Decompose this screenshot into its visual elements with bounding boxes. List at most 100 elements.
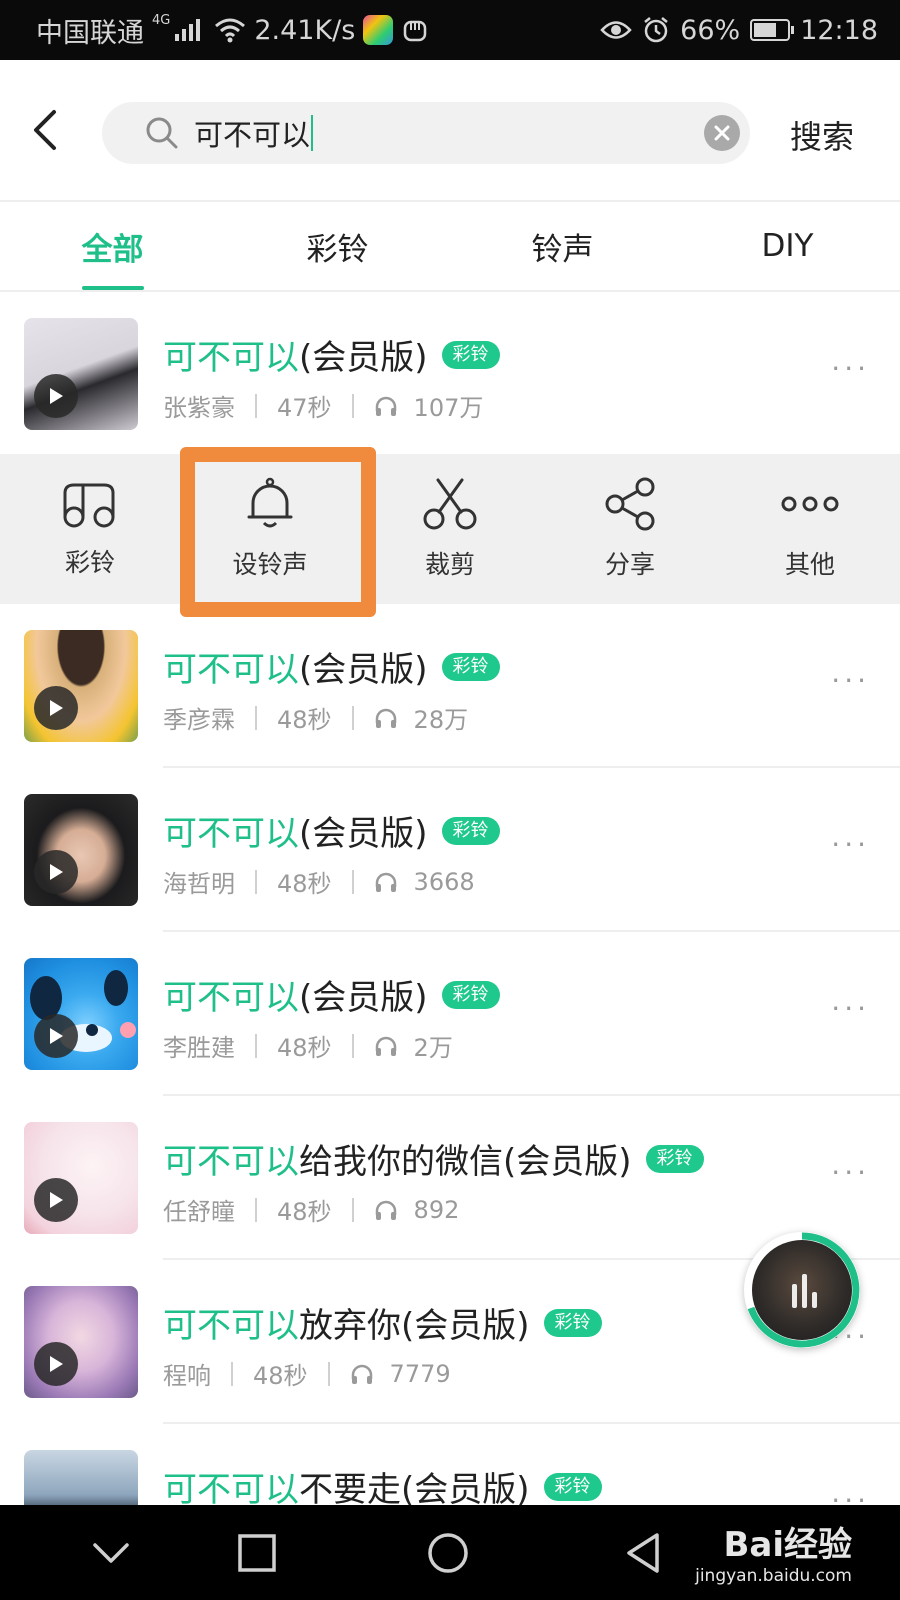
artist-name: 李胜建 bbox=[163, 1034, 235, 1062]
song-title: 可不可以 不要走(会员版) 彩铃 bbox=[163, 1462, 602, 1511]
wifi-icon bbox=[215, 18, 246, 43]
clear-search-button[interactable] bbox=[704, 115, 740, 151]
result-item[interactable]: 可不可以 (会员版) 彩铃 海哲明 48秒 3668 ··· bbox=[0, 768, 900, 932]
share-icon bbox=[605, 477, 655, 531]
play-button[interactable] bbox=[34, 374, 78, 418]
song-title: 可不可以 (会员版) 彩铃 bbox=[163, 806, 500, 855]
signal-icon bbox=[175, 19, 201, 41]
tab-ringback[interactable]: 彩铃 bbox=[225, 202, 450, 290]
search-submit-button[interactable]: 搜索 bbox=[790, 112, 854, 158]
network-type: 4G bbox=[152, 12, 171, 28]
song-meta: 任舒瞳 48秒 892 bbox=[163, 1192, 459, 1227]
action-ringback[interactable]: 彩铃 bbox=[0, 454, 180, 604]
meta-divider bbox=[351, 869, 354, 894]
more-options-button[interactable]: ··· bbox=[831, 352, 870, 385]
song-meta: 程响 48秒 7779 bbox=[163, 1356, 451, 1391]
watermark-url: jingyan.baidu.com bbox=[695, 1566, 852, 1586]
play-button[interactable] bbox=[34, 850, 78, 894]
song-meta: 李胜建 48秒 2万 bbox=[163, 1028, 453, 1063]
cover-image bbox=[24, 1122, 138, 1234]
play-icon bbox=[50, 388, 63, 404]
meta-divider bbox=[351, 1197, 354, 1222]
play-button[interactable] bbox=[34, 686, 78, 730]
headphones-icon bbox=[375, 1036, 396, 1056]
more-options-button[interactable]: ··· bbox=[831, 1156, 870, 1189]
play-count: 892 bbox=[413, 1195, 460, 1224]
nav-hide-button[interactable] bbox=[88, 1530, 134, 1576]
result-item[interactable]: 可不可以 (会员版) 彩铃 季彦霖 48秒 28万 ··· bbox=[0, 604, 900, 768]
play-button[interactable] bbox=[34, 1014, 78, 1058]
action-share[interactable]: 分享 bbox=[540, 454, 720, 604]
meta-divider bbox=[255, 869, 257, 894]
chevron-down-icon bbox=[93, 1543, 129, 1563]
meta-divider bbox=[351, 1033, 354, 1058]
clock: 12:18 bbox=[800, 14, 878, 46]
result-item[interactable]: 可不可以 (会员版) 彩铃 李胜建 48秒 2万 ··· bbox=[0, 932, 900, 1096]
play-button[interactable] bbox=[34, 1178, 78, 1222]
nav-recents-button[interactable] bbox=[234, 1530, 280, 1576]
text-cursor bbox=[311, 115, 314, 151]
close-icon bbox=[714, 125, 730, 141]
play-button[interactable] bbox=[34, 1342, 78, 1386]
more-options-button[interactable]: ··· bbox=[831, 664, 870, 697]
artist-name: 程响 bbox=[163, 1362, 211, 1390]
search-query[interactable]: 可不可以 bbox=[194, 112, 310, 154]
play-count: 2万 bbox=[413, 1034, 453, 1062]
cover-image bbox=[24, 1286, 138, 1398]
tab-all[interactable]: 全部 bbox=[0, 202, 225, 290]
chevron-left-icon bbox=[34, 110, 56, 150]
duration: 48秒 bbox=[277, 870, 332, 898]
ringback-badge: 彩铃 bbox=[441, 652, 500, 681]
artist-name: 季彦霖 bbox=[163, 706, 235, 734]
play-icon bbox=[50, 1356, 63, 1372]
action-label: 裁剪 bbox=[424, 550, 475, 579]
nav-back-button[interactable] bbox=[620, 1530, 666, 1576]
floating-player-button[interactable] bbox=[744, 1232, 860, 1348]
play-count: 3668 bbox=[413, 867, 475, 896]
song-meta: 张紫豪 47秒 107万 bbox=[163, 388, 483, 423]
action-bar: 彩铃 设铃声 裁剪 分享 其他 bbox=[0, 454, 900, 604]
cover-image bbox=[24, 958, 138, 1070]
more-options-button[interactable]: ··· bbox=[831, 828, 870, 861]
action-crop[interactable]: 裁剪 bbox=[360, 454, 540, 604]
meta-divider bbox=[351, 705, 354, 730]
cover-image bbox=[24, 318, 138, 430]
ringback-badge: 彩铃 bbox=[543, 1308, 602, 1337]
duration: 48秒 bbox=[277, 1198, 332, 1226]
system-nav-bar: Bai经验 jingyan.baidu.com bbox=[0, 1505, 900, 1600]
battery-icon bbox=[750, 19, 795, 41]
action-label: 彩铃 bbox=[64, 548, 115, 577]
result-item[interactable]: 可不可以 (会员版) 彩铃 张紫豪 47秒 107万 ··· bbox=[0, 292, 900, 456]
song-title: 可不可以 (会员版) 彩铃 bbox=[163, 970, 500, 1019]
triangle-back-icon bbox=[627, 1533, 659, 1573]
tab-diy[interactable]: DIY bbox=[675, 202, 900, 290]
ringback-badge: 彩铃 bbox=[543, 1472, 602, 1501]
song-meta: 季彦霖 48秒 28万 bbox=[163, 700, 468, 735]
duration: 48秒 bbox=[277, 706, 332, 734]
back-button[interactable] bbox=[0, 80, 90, 180]
highlight-annotation bbox=[180, 447, 376, 617]
song-title: 可不可以 给我你的微信(会员版) 彩铃 bbox=[163, 1134, 704, 1183]
meta-divider bbox=[255, 1197, 257, 1222]
status-bar-right: 66% 12:18 bbox=[600, 15, 878, 46]
artist-name: 任舒瞳 bbox=[163, 1198, 235, 1226]
song-title: 可不可以 (会员版) 彩铃 bbox=[163, 642, 500, 691]
meta-divider bbox=[231, 1361, 233, 1386]
search-input[interactable]: 可不可以 bbox=[102, 102, 750, 164]
square-icon bbox=[238, 1534, 276, 1572]
search-header: 可不可以 搜索 bbox=[0, 60, 900, 202]
play-icon bbox=[50, 700, 63, 716]
app-notification-icon bbox=[363, 15, 394, 45]
meta-divider bbox=[255, 393, 257, 418]
more-options-button[interactable]: ··· bbox=[831, 992, 870, 1025]
tab-ringtone[interactable]: 铃声 bbox=[450, 202, 675, 290]
network-speed: 2.41K/s bbox=[254, 14, 356, 46]
baidu-jingyan-watermark: Bai经验 jingyan.baidu.com bbox=[695, 1517, 852, 1586]
cartoon-dog-illustration bbox=[30, 970, 136, 1052]
play-icon bbox=[50, 1028, 63, 1044]
action-other[interactable]: 其他 bbox=[720, 454, 900, 604]
song-title: 可不可以 (会员版) 彩铃 bbox=[163, 330, 500, 379]
headphones-icon bbox=[375, 708, 396, 728]
nav-home-button[interactable] bbox=[425, 1530, 471, 1576]
battery-percent: 66% bbox=[680, 14, 741, 46]
